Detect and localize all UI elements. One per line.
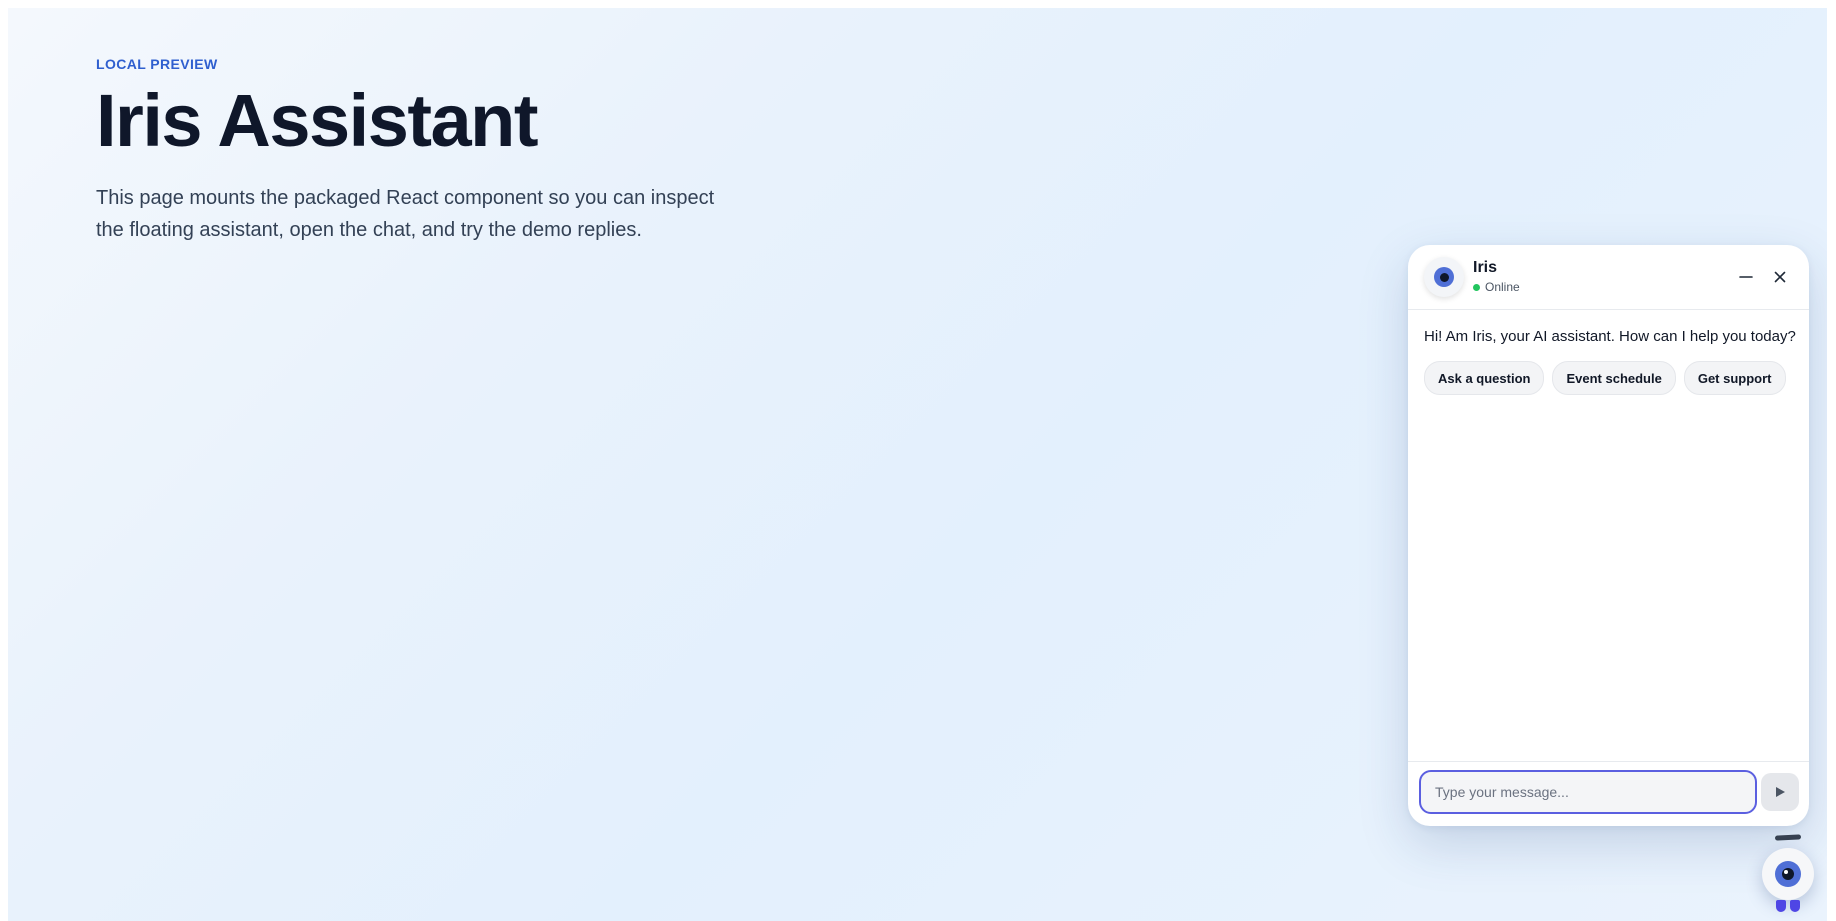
bot-name: Iris (1473, 259, 1498, 276)
close-icon (1774, 271, 1786, 283)
page-title: Iris Assistant (96, 79, 539, 162)
assistant-launcher-button[interactable] (1762, 848, 1814, 900)
eye-icon (1775, 861, 1801, 887)
status-indicator: Online (1473, 280, 1520, 294)
page-description: This page mounts the packaged React comp… (96, 186, 715, 241)
quick-reply-ask-question[interactable]: Ask a question (1424, 361, 1545, 395)
hat-icon (1774, 834, 1802, 841)
bot-avatar (1424, 257, 1464, 297)
hero-section: LOCAL PREVIEW Iris Assistant This page m… (96, 56, 796, 246)
quick-replies: Ask a question Event schedule Get suppor… (1424, 361, 1793, 395)
close-button[interactable] (1768, 265, 1792, 289)
bot-message: Hi! Am Iris, your AI assistant. How can … (1424, 328, 1796, 345)
composer (1408, 761, 1809, 826)
bot-identity: Iris Online (1473, 259, 1520, 294)
message-input[interactable] (1419, 770, 1757, 814)
quick-reply-event-schedule[interactable]: Event schedule (1552, 361, 1676, 395)
assistant-launcher-area (1754, 828, 1814, 918)
status-text: Online (1485, 280, 1520, 294)
minimize-button[interactable] (1734, 265, 1758, 289)
feet-icon (1776, 900, 1800, 912)
chat-window: Iris Online Hi! Am Iris, your AI assista (1408, 245, 1809, 826)
quick-reply-get-support[interactable]: Get support (1683, 361, 1786, 395)
message-list[interactable]: Hi! Am Iris, your AI assistant. How can … (1408, 310, 1809, 762)
eyebrow-label: LOCAL PREVIEW (96, 56, 218, 72)
online-dot-icon (1473, 283, 1480, 291)
minimize-icon (1739, 276, 1753, 278)
play-icon (1776, 787, 1785, 797)
page-background: LOCAL PREVIEW Iris Assistant This page m… (8, 8, 1827, 921)
eye-icon (1434, 267, 1454, 287)
chat-header: Iris Online (1408, 245, 1809, 310)
send-button[interactable] (1761, 773, 1799, 811)
